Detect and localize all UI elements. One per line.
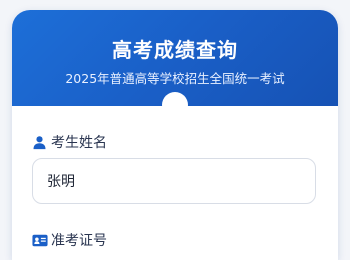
name-field-label: 考生姓名 [32, 132, 107, 152]
score-query-card: 高考成绩查询 2025年普通高等学校招生全国统一考试 考生姓名 张明 准考证号 [12, 10, 338, 260]
name-input[interactable]: 张明 [32, 158, 316, 204]
exam-id-label-text: 准考证号 [51, 233, 107, 249]
page-subtitle: 2025年普通高等学校招生全国统一考试 [65, 71, 285, 86]
header-notch [162, 92, 188, 118]
id-card-icon [32, 233, 48, 248]
name-input-value: 张明 [47, 174, 75, 190]
user-icon [32, 135, 47, 150]
exam-id-field-label: 准考证号 [32, 230, 107, 250]
name-label-text: 考生姓名 [51, 135, 107, 151]
page-title: 高考成绩查询 [112, 38, 238, 62]
card-header: 高考成绩查询 2025年普通高等学校招生全国统一考试 [12, 10, 338, 118]
